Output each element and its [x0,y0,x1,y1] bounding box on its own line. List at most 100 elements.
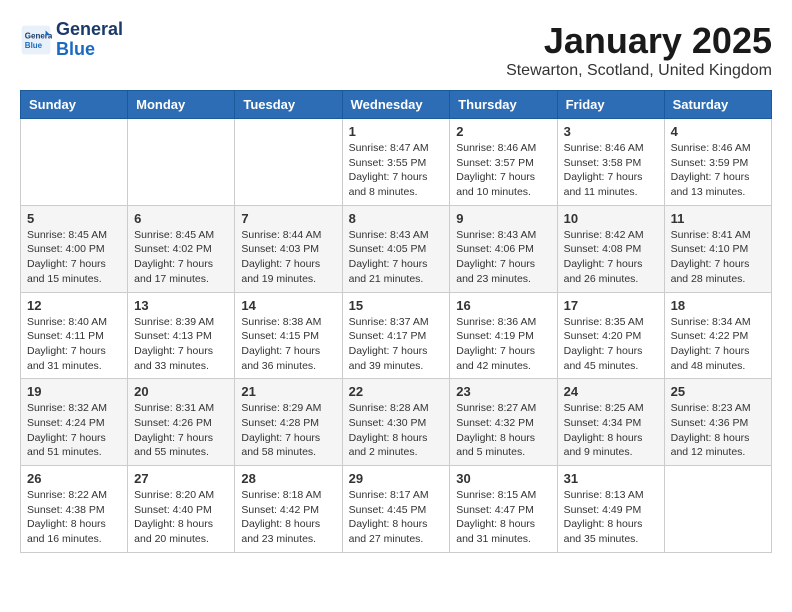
day-number: 13 [134,298,228,313]
day-info: Sunrise: 8:46 AM Sunset: 3:57 PM Dayligh… [456,141,550,200]
calendar-table: SundayMondayTuesdayWednesdayThursdayFrid… [20,90,772,553]
calendar-cell: 4 Sunrise: 8:46 AM Sunset: 3:59 PM Daylig… [664,119,771,206]
day-number: 3 [564,124,658,139]
day-info: Sunrise: 8:29 AM Sunset: 4:28 PM Dayligh… [241,401,335,460]
calendar-cell: 16 Sunrise: 8:36 AM Sunset: 4:19 PM Dayli… [450,292,557,379]
calendar-cell: 18 Sunrise: 8:34 AM Sunset: 4:22 PM Dayli… [664,292,771,379]
day-info: Sunrise: 8:25 AM Sunset: 4:34 PM Dayligh… [564,401,658,460]
day-info: Sunrise: 8:43 AM Sunset: 4:05 PM Dayligh… [349,228,444,287]
week-row-3: 12Sunrise: 8:40 AM Sunset: 4:11 PM Dayli… [21,292,772,379]
day-number: 4 [671,124,765,139]
day-number: 29 [349,471,444,486]
calendar-cell: 12Sunrise: 8:40 AM Sunset: 4:11 PM Dayli… [21,292,128,379]
calendar-cell: 10 Sunrise: 8:42 AM Sunset: 4:08 PM Dayli… [557,205,664,292]
day-number: 10 [564,211,658,226]
calendar-cell: 13 Sunrise: 8:39 AM Sunset: 4:13 PM Dayli… [128,292,235,379]
calendar-cell: 30Sunrise: 8:15 AM Sunset: 4:47 PM Dayli… [450,466,557,553]
day-info: Sunrise: 8:43 AM Sunset: 4:06 PM Dayligh… [456,228,550,287]
calendar-cell: 22Sunrise: 8:28 AM Sunset: 4:30 PM Dayli… [342,379,450,466]
day-number: 31 [564,471,658,486]
day-number: 2 [456,124,550,139]
day-info: Sunrise: 8:40 AM Sunset: 4:11 PM Dayligh… [27,315,121,374]
day-info: Sunrise: 8:46 AM Sunset: 3:58 PM Dayligh… [564,141,658,200]
logo-text: General Blue [56,20,123,60]
day-number: 9 [456,211,550,226]
calendar-cell: 26 Sunrise: 8:22 AM Sunset: 4:38 PM Dayli… [21,466,128,553]
calendar-cell: 9 Sunrise: 8:43 AM Sunset: 4:06 PM Daylig… [450,205,557,292]
svg-text:Blue: Blue [25,41,43,50]
day-info: Sunrise: 8:45 AM Sunset: 4:00 PM Dayligh… [27,228,121,287]
day-info: Sunrise: 8:36 AM Sunset: 4:19 PM Dayligh… [456,315,550,374]
day-info: Sunrise: 8:31 AM Sunset: 4:26 PM Dayligh… [134,401,228,460]
day-number: 18 [671,298,765,313]
day-info: Sunrise: 8:22 AM Sunset: 4:38 PM Dayligh… [27,488,121,547]
day-info: Sunrise: 8:20 AM Sunset: 4:40 PM Dayligh… [134,488,228,547]
calendar-cell: 1Sunrise: 8:47 AM Sunset: 3:55 PM Daylig… [342,119,450,206]
week-row-2: 5 Sunrise: 8:45 AM Sunset: 4:00 PM Daylig… [21,205,772,292]
day-number: 19 [27,384,121,399]
location-title: Stewarton, Scotland, United Kingdom [506,62,772,80]
day-number: 7 [241,211,335,226]
column-header-friday: Friday [557,91,664,119]
day-info: Sunrise: 8:23 AM Sunset: 4:36 PM Dayligh… [671,401,765,460]
calendar-cell: 28 Sunrise: 8:18 AM Sunset: 4:42 PM Dayli… [235,466,342,553]
day-info: Sunrise: 8:27 AM Sunset: 4:32 PM Dayligh… [456,401,550,460]
calendar-cell: 5 Sunrise: 8:45 AM Sunset: 4:00 PM Daylig… [21,205,128,292]
day-info: Sunrise: 8:35 AM Sunset: 4:20 PM Dayligh… [564,315,658,374]
day-info: Sunrise: 8:41 AM Sunset: 4:10 PM Dayligh… [671,228,765,287]
calendar-cell [664,466,771,553]
day-info: Sunrise: 8:38 AM Sunset: 4:15 PM Dayligh… [241,315,335,374]
day-number: 28 [241,471,335,486]
logo-icon: General Blue [20,24,52,56]
day-number: 14 [241,298,335,313]
week-row-4: 19Sunrise: 8:32 AM Sunset: 4:24 PM Dayli… [21,379,772,466]
calendar-cell [128,119,235,206]
day-info: Sunrise: 8:44 AM Sunset: 4:03 PM Dayligh… [241,228,335,287]
calendar-cell: 24 Sunrise: 8:25 AM Sunset: 4:34 PM Dayli… [557,379,664,466]
calendar-cell: 23Sunrise: 8:27 AM Sunset: 4:32 PM Dayli… [450,379,557,466]
day-number: 16 [456,298,550,313]
month-title: January 2025 [506,20,772,62]
calendar-cell: 31 Sunrise: 8:13 AM Sunset: 4:49 PM Dayli… [557,466,664,553]
day-info: Sunrise: 8:17 AM Sunset: 4:45 PM Dayligh… [349,488,444,547]
column-header-thursday: Thursday [450,91,557,119]
day-number: 6 [134,211,228,226]
day-number: 15 [349,298,444,313]
day-number: 1 [349,124,444,139]
day-number: 17 [564,298,658,313]
day-number: 22 [349,384,444,399]
calendar-cell: 17 Sunrise: 8:35 AM Sunset: 4:20 PM Dayli… [557,292,664,379]
column-header-sunday: Sunday [21,91,128,119]
calendar-cell: 20 Sunrise: 8:31 AM Sunset: 4:26 PM Dayli… [128,379,235,466]
day-info: Sunrise: 8:39 AM Sunset: 4:13 PM Dayligh… [134,315,228,374]
day-number: 20 [134,384,228,399]
calendar-cell: 2 Sunrise: 8:46 AM Sunset: 3:57 PM Daylig… [450,119,557,206]
day-number: 26 [27,471,121,486]
week-row-1: 1Sunrise: 8:47 AM Sunset: 3:55 PM Daylig… [21,119,772,206]
calendar-header-row: SundayMondayTuesdayWednesdayThursdayFrid… [21,91,772,119]
day-info: Sunrise: 8:45 AM Sunset: 4:02 PM Dayligh… [134,228,228,287]
column-header-saturday: Saturday [664,91,771,119]
day-info: Sunrise: 8:13 AM Sunset: 4:49 PM Dayligh… [564,488,658,547]
calendar-cell: 3 Sunrise: 8:46 AM Sunset: 3:58 PM Daylig… [557,119,664,206]
day-number: 5 [27,211,121,226]
column-header-monday: Monday [128,91,235,119]
calendar-cell [21,119,128,206]
day-number: 24 [564,384,658,399]
calendar-cell: 21Sunrise: 8:29 AM Sunset: 4:28 PM Dayli… [235,379,342,466]
logo: General Blue General Blue [20,20,123,60]
calendar-cell: 15Sunrise: 8:37 AM Sunset: 4:17 PM Dayli… [342,292,450,379]
calendar-cell: 27Sunrise: 8:20 AM Sunset: 4:40 PM Dayli… [128,466,235,553]
calendar-cell: 8Sunrise: 8:43 AM Sunset: 4:05 PM Daylig… [342,205,450,292]
day-info: Sunrise: 8:46 AM Sunset: 3:59 PM Dayligh… [671,141,765,200]
calendar-cell: 29 Sunrise: 8:17 AM Sunset: 4:45 PM Dayli… [342,466,450,553]
day-info: Sunrise: 8:18 AM Sunset: 4:42 PM Dayligh… [241,488,335,547]
calendar-cell: 25Sunrise: 8:23 AM Sunset: 4:36 PM Dayli… [664,379,771,466]
header: General Blue General Blue January 2025 S… [20,20,772,80]
title-area: January 2025 Stewarton, Scotland, United… [506,20,772,80]
day-info: Sunrise: 8:34 AM Sunset: 4:22 PM Dayligh… [671,315,765,374]
day-info: Sunrise: 8:42 AM Sunset: 4:08 PM Dayligh… [564,228,658,287]
column-header-wednesday: Wednesday [342,91,450,119]
day-info: Sunrise: 8:15 AM Sunset: 4:47 PM Dayligh… [456,488,550,547]
calendar-cell: 14 Sunrise: 8:38 AM Sunset: 4:15 PM Dayli… [235,292,342,379]
